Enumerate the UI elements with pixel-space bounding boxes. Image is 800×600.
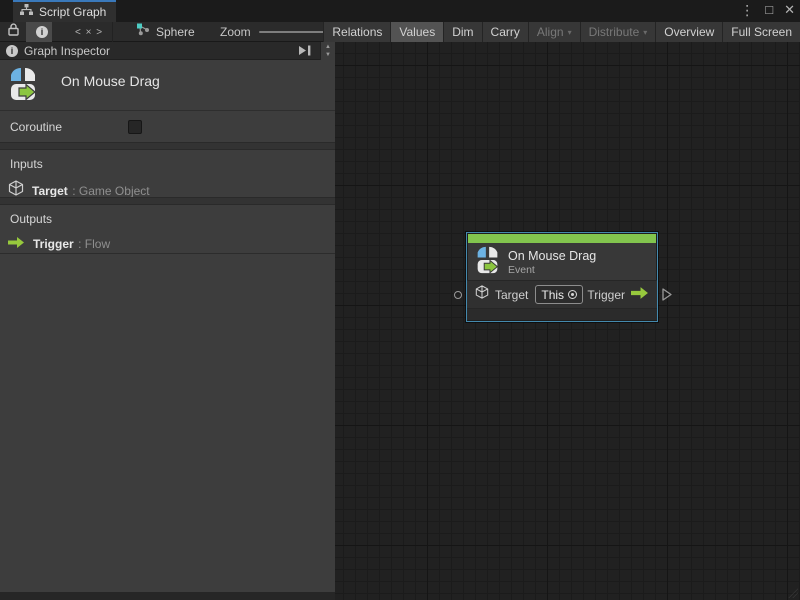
- chevron-down-icon: ▾: [568, 28, 572, 37]
- carry-button[interactable]: Carry: [482, 22, 528, 42]
- dock-panel-button[interactable]: [298, 45, 312, 56]
- window-controls: ⋮ □ ✕: [740, 0, 795, 20]
- node-output-label: Trigger: [587, 288, 625, 302]
- tab-label: Script Graph: [39, 5, 106, 19]
- section-divider: [0, 142, 335, 150]
- spinner-down-icon[interactable]: ▼: [325, 51, 331, 59]
- mouse-event-icon: [476, 246, 499, 279]
- unit-title: On Mouse Drag: [61, 73, 160, 89]
- close-icon[interactable]: ✕: [784, 0, 795, 20]
- object-picker-icon[interactable]: [568, 290, 577, 299]
- lock-icon: [8, 23, 19, 41]
- distribute-dropdown[interactable]: Distribute ▾: [580, 22, 656, 42]
- node-output-port[interactable]: [662, 288, 672, 306]
- code-icon: < × >: [75, 27, 103, 38]
- coroutine-label: Coroutine: [10, 120, 62, 134]
- graph-canvas[interactable]: On Mouse Drag Event Target This Trigger: [335, 42, 800, 600]
- spinner-up-icon[interactable]: ▲: [325, 43, 331, 51]
- graph-target-icon: [136, 23, 150, 41]
- full-screen-button[interactable]: Full Screen: [722, 22, 800, 42]
- lock-button[interactable]: [0, 22, 26, 42]
- dim-button[interactable]: Dim: [443, 22, 481, 42]
- graph-owner-label: Sphere: [156, 25, 195, 39]
- cube-icon: [475, 285, 489, 304]
- title-bar: Script Graph ⋮ □ ✕: [0, 0, 800, 22]
- outputs-header: Outputs: [10, 212, 335, 226]
- align-dropdown[interactable]: Align ▾: [528, 22, 580, 42]
- graph-inspector-panel: i Graph Inspector ▲ ▼: [0, 42, 335, 592]
- output-port-name: Trigger: [33, 237, 74, 251]
- chevron-down-icon: ▾: [643, 28, 647, 37]
- tab-script-graph[interactable]: Script Graph: [13, 0, 116, 22]
- info-icon: i: [6, 45, 18, 57]
- toolbar-right-group: Relations Values Dim Carry Align ▾ Distr…: [323, 22, 800, 42]
- inputs-header: Inputs: [10, 157, 335, 171]
- maximize-icon[interactable]: □: [765, 0, 773, 20]
- script-graph-icon: [20, 3, 33, 21]
- panel-size-spinner[interactable]: ▲ ▼: [320, 42, 335, 60]
- inspector-header-title: Graph Inspector: [24, 44, 298, 58]
- input-port-name: Target: [32, 184, 68, 198]
- resize-grip[interactable]: [788, 588, 798, 598]
- info-icon: i: [36, 26, 48, 38]
- event-color-bar: [468, 234, 656, 243]
- output-port-row: Trigger : Flow: [8, 235, 335, 253]
- inspector-toggle-button[interactable]: i: [26, 22, 52, 42]
- section-divider: [0, 197, 335, 205]
- relations-button[interactable]: Relations: [323, 22, 390, 42]
- on-mouse-drag-node[interactable]: On Mouse Drag Event Target This Trigger: [466, 232, 658, 322]
- node-title: On Mouse Drag: [508, 249, 596, 264]
- code-preview-button[interactable]: < × >: [66, 22, 112, 42]
- coroutine-checkbox[interactable]: [128, 120, 142, 134]
- this-object-chip[interactable]: This: [535, 285, 583, 304]
- window-menu-icon[interactable]: ⋮: [740, 0, 754, 20]
- flow-arrow-icon: [631, 286, 649, 304]
- section-divider: [0, 253, 335, 254]
- flow-arrow-icon: [8, 235, 25, 253]
- output-port-type: : Flow: [78, 237, 110, 251]
- toolbar-left-group: i < × >: [0, 22, 113, 42]
- mouse-event-icon: [9, 67, 37, 106]
- input-port-type: : Game Object: [72, 184, 149, 198]
- script-graph-window: Script Graph ⋮ □ ✕ i < × >: [0, 0, 800, 600]
- node-subtitle: Event: [508, 264, 596, 276]
- overview-button[interactable]: Overview: [655, 22, 722, 42]
- graph-owner-group: Sphere: [136, 22, 195, 42]
- graph-toolbar: i < × > Sphere Zoom 1x: [0, 22, 800, 42]
- unit-title-block: On Mouse Drag: [0, 60, 335, 111]
- window-bottom-edge: [0, 592, 335, 600]
- coroutine-row: Coroutine: [0, 112, 335, 142]
- node-footer: [467, 308, 657, 320]
- node-header: On Mouse Drag Event: [467, 244, 657, 280]
- node-input-label: Target: [495, 288, 528, 302]
- toolbar-separator: [112, 22, 113, 42]
- inspector-header: i Graph Inspector ▲ ▼: [0, 42, 335, 60]
- this-chip-label: This: [541, 288, 564, 302]
- values-button[interactable]: Values: [390, 22, 443, 42]
- node-input-port[interactable]: [454, 291, 462, 299]
- zoom-label: Zoom: [220, 25, 251, 39]
- node-port-row: Target This Trigger: [467, 280, 657, 308]
